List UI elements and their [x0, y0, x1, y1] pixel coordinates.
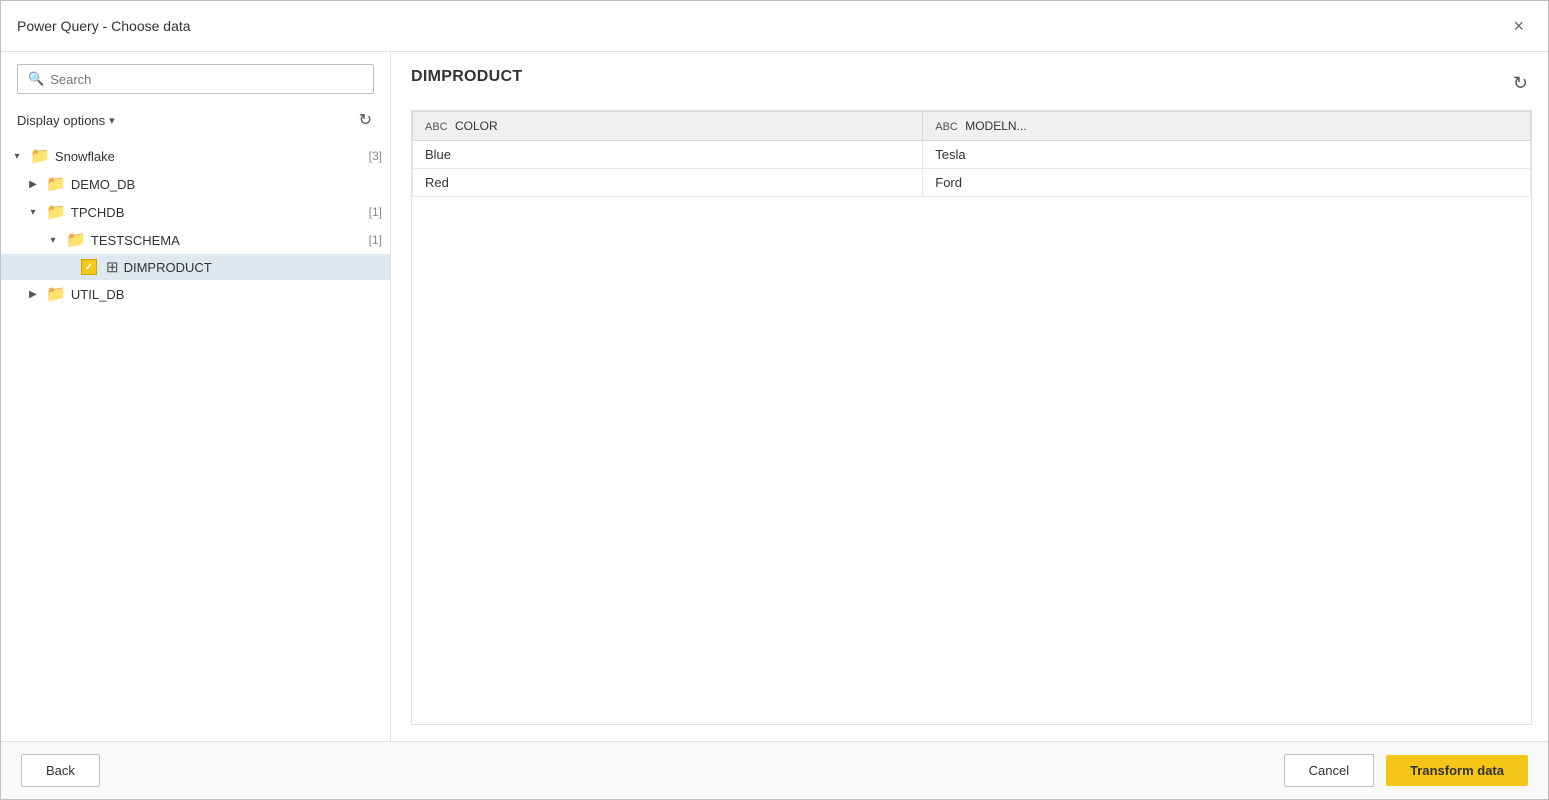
expand-arrow-demo-db: ▶ [25, 179, 41, 190]
expand-arrow-util-db: ▶ [25, 289, 41, 300]
tree-item-testschema[interactable]: ▾ 📁 TESTSCHEMA [1] [1, 226, 390, 254]
tree-label-demo-db: DEMO_DB [71, 177, 378, 192]
tree-container: ▾ 📁 Snowflake [3] ▶ 📁 DEMO_DB ▾ 📁 TPCHDB [1, 142, 390, 729]
tree-label-snowflake: Snowflake [55, 149, 365, 164]
preview-table-head: ABC COLOR ABC MODELN... [413, 112, 1531, 141]
refresh-preview-button[interactable]: ↻ [1509, 69, 1532, 98]
tree-count-testschema: [1] [369, 233, 382, 247]
folder-icon-testschema: 📁 [66, 230, 86, 250]
title-bar: Power Query - Choose data × [1, 1, 1548, 52]
display-options-button[interactable]: Display options ▾ [17, 113, 115, 128]
tree-label-tpchdb: TPCHDB [71, 205, 365, 220]
folder-icon-tpchdb: 📁 [46, 202, 66, 222]
preview-table-body: Blue Tesla Red Ford [413, 141, 1531, 197]
preview-table-header-row: ABC COLOR ABC MODELN... [413, 112, 1531, 141]
tree-item-demo-db[interactable]: ▶ 📁 DEMO_DB [1, 170, 390, 198]
tree-item-tpchdb[interactable]: ▾ 📁 TPCHDB [1] [1, 198, 390, 226]
chevron-down-icon: ▾ [109, 114, 115, 127]
preview-table-wrapper: ABC COLOR ABC MODELN... Blue Te [411, 110, 1532, 725]
close-button[interactable]: × [1505, 13, 1532, 39]
display-options-label: Display options [17, 113, 105, 128]
checkmark-icon: ✓ [85, 262, 93, 273]
refresh-tree-button[interactable]: ↻ [357, 108, 374, 132]
expand-arrow-snowflake: ▾ [9, 151, 25, 162]
col-name-modelname: MODELN... [965, 119, 1026, 133]
right-buttons: Cancel Transform data [1284, 754, 1528, 787]
search-box-container: 🔍 [1, 64, 390, 102]
cell-model-1: Tesla [923, 141, 1531, 169]
search-box: 🔍 [17, 64, 374, 94]
tree-label-dimproduct: DIMPRODUCT [124, 260, 382, 275]
tree-item-util-db[interactable]: ▶ 📁 UTIL_DB [1, 280, 390, 308]
preview-table: ABC COLOR ABC MODELN... Blue Te [412, 111, 1531, 197]
cell-color-2: Red [413, 169, 923, 197]
cancel-button[interactable]: Cancel [1284, 754, 1374, 787]
folder-icon-demo-db: 📁 [46, 174, 66, 194]
search-icon: 🔍 [28, 71, 44, 87]
table-icon-dimproduct: ⊞ [106, 258, 119, 276]
cell-color-1: Blue [413, 141, 923, 169]
dialog-title: Power Query - Choose data [17, 18, 191, 34]
bottom-bar: Back Cancel Transform data [1, 741, 1548, 799]
main-content: 🔍 Display options ▾ ↻ ▾ 📁 Snowflake [1, 52, 1548, 741]
tree-label-util-db: UTIL_DB [71, 287, 378, 302]
left-panel: 🔍 Display options ▾ ↻ ▾ 📁 Snowflake [1, 52, 391, 741]
expand-arrow-testschema: ▾ [45, 235, 61, 246]
folder-icon-snowflake: 📁 [30, 146, 50, 166]
col-name-color: COLOR [455, 119, 498, 133]
search-input[interactable] [50, 72, 363, 87]
tree-item-dimproduct[interactable]: ✓ ⊞ DIMPRODUCT [1, 254, 390, 280]
col-type-icon-modelname: ABC [935, 121, 958, 133]
display-options-row: Display options ▾ ↻ [1, 102, 390, 142]
col-header-modelname: ABC MODELN... [923, 112, 1531, 141]
dialog: Power Query - Choose data × 🔍 Display op… [0, 0, 1549, 800]
tree-label-testschema: TESTSCHEMA [91, 233, 365, 248]
table-row: Blue Tesla [413, 141, 1531, 169]
preview-header-row: DIMPRODUCT ↻ [411, 68, 1532, 98]
back-button[interactable]: Back [21, 754, 100, 787]
checkbox-dimproduct[interactable]: ✓ [81, 259, 97, 275]
tree-item-snowflake[interactable]: ▾ 📁 Snowflake [3] [1, 142, 390, 170]
preview-title: DIMPRODUCT [411, 68, 522, 86]
right-panel: DIMPRODUCT ↻ ABC COLOR ABC MODELN... [391, 52, 1548, 741]
col-header-color: ABC COLOR [413, 112, 923, 141]
cell-model-2: Ford [923, 169, 1531, 197]
expand-arrow-tpchdb: ▾ [25, 207, 41, 218]
col-type-icon-color: ABC [425, 121, 448, 133]
tree-count-tpchdb: [1] [369, 205, 382, 219]
folder-icon-util-db: 📁 [46, 284, 66, 304]
transform-data-button[interactable]: Transform data [1386, 755, 1528, 786]
tree-count-snowflake: [3] [369, 149, 382, 163]
table-row: Red Ford [413, 169, 1531, 197]
